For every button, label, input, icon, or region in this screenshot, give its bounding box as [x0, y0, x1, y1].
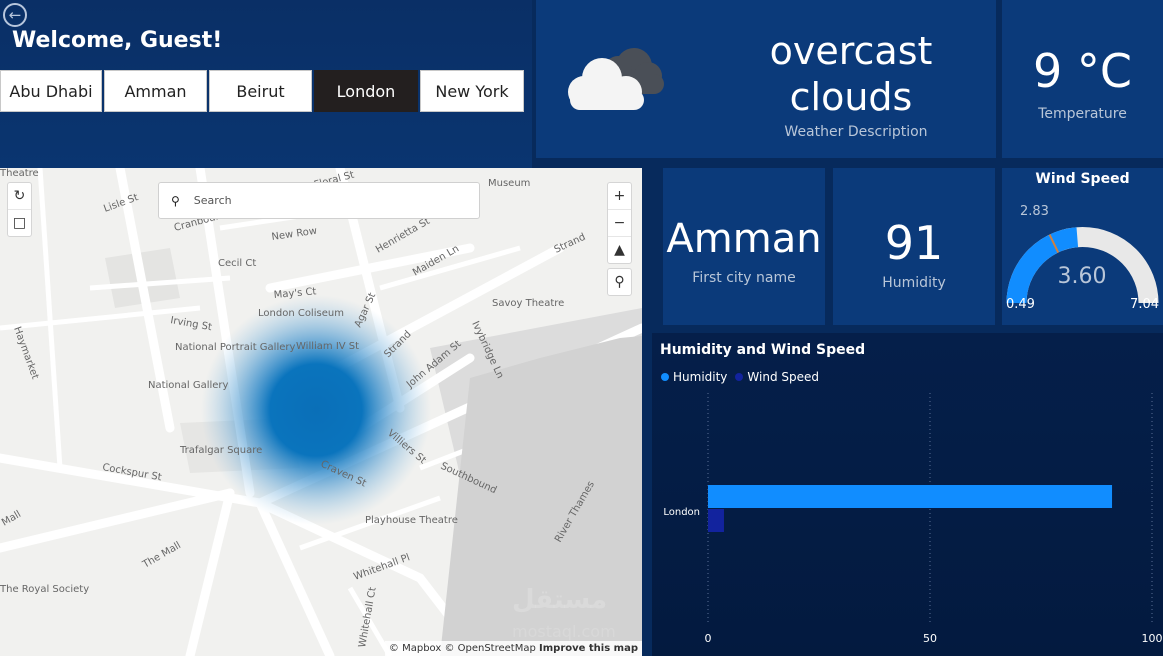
humidity-value: 91	[884, 216, 944, 270]
humidity-label: Humidity	[882, 275, 946, 291]
header-panel: ← Welcome, Guest! Abu Dhabi Amman Beirut…	[0, 0, 532, 168]
map-rotate-icon[interactable]: ↻	[8, 183, 31, 210]
zoom-out-icon[interactable]: −	[608, 210, 631, 237]
map-search-box[interactable]: ⚲ Search	[158, 182, 480, 219]
humidity-wind-chart: Humidity and Wind Speed Humidity Wind Sp…	[652, 333, 1163, 656]
gauge-target-label: 2.83	[1020, 204, 1049, 219]
weather-description-card: overcast clouds Weather Description	[536, 0, 996, 158]
map-visual[interactable]: Theatre Lisle St Cranbourn St Cecil Ct N…	[0, 168, 642, 656]
search-icon: ⚲	[171, 193, 180, 208]
map-canvas[interactable]: Theatre Lisle St Cranbourn St Cecil Ct N…	[0, 168, 642, 656]
map-label: Savoy Theatre	[492, 298, 564, 309]
wind-gauge: 3.60 0.49 7.04 2.83	[1006, 204, 1159, 312]
map-label: National Portrait Gallery	[175, 342, 295, 353]
city-name-value: Amman	[666, 216, 822, 262]
city-tab-london[interactable]: London	[314, 70, 418, 112]
city-tab-beirut[interactable]: Beirut	[209, 70, 312, 112]
bar-wind-speed[interactable]	[708, 509, 724, 532]
x-tick-label: 50	[923, 632, 937, 645]
map-label: Trafalgar Square	[179, 445, 262, 456]
city-tab-abu-dhabi[interactable]: Abu Dhabi	[0, 70, 102, 112]
map-tools: ↻ □	[7, 182, 32, 237]
city-name-card: Amman First city name	[663, 168, 825, 325]
map-label: Playhouse Theatre	[365, 515, 458, 526]
map-zoom-controls: + − ▲	[607, 182, 632, 264]
gauge-value: 3.60	[1058, 264, 1107, 289]
temperature-label: Temperature	[1038, 106, 1127, 122]
temperature-card: 9 °C Temperature	[1002, 0, 1163, 158]
bar-humidity[interactable]	[708, 485, 1113, 508]
wind-speed-card: Wind Speed 3.60 0.49 7.04 2.83	[1002, 168, 1163, 325]
map-label: National Gallery	[148, 380, 229, 391]
map-attribution: © Mapbox © OpenStreetMap Improve this ma…	[384, 641, 642, 656]
weather-description-value: overcast clouds	[706, 28, 996, 120]
bar-chart-svg: 0 50 100 London	[663, 393, 1163, 645]
city-tab-amman[interactable]: Amman	[104, 70, 207, 112]
map-label: London Coliseum	[258, 308, 344, 319]
map-label: Theatre	[0, 168, 39, 179]
description-line-2: clouds	[789, 75, 913, 119]
city-name-label: First city name	[692, 270, 796, 286]
map-search-input[interactable]: Search	[194, 194, 232, 207]
watermark-arabic: مستقل	[512, 585, 608, 615]
x-tick-label: 0	[705, 632, 712, 645]
humidity-card: 91 Humidity	[833, 168, 995, 325]
weather-description-label: Weather Description	[784, 124, 928, 140]
cloud-icon	[560, 40, 670, 120]
zoom-in-icon[interactable]: +	[608, 183, 631, 210]
map-label: William IV St	[296, 341, 359, 352]
attribution-text: © Mapbox © OpenStreetMap	[388, 643, 536, 654]
city-slicer: Abu Dhabi Amman Beirut London New York	[0, 70, 526, 112]
city-tab-new-york[interactable]: New York	[420, 70, 524, 112]
category-label: London	[663, 507, 700, 518]
map-label: Museum	[488, 178, 530, 189]
welcome-heading: Welcome, Guest!	[12, 28, 223, 53]
x-tick-label: 100	[1142, 632, 1163, 645]
compass-icon[interactable]: ▲	[608, 237, 631, 263]
map-label: Cecil Ct	[218, 258, 256, 269]
map-select-icon[interactable]: □	[8, 210, 31, 236]
map-label: The Royal Society	[0, 584, 89, 595]
back-arrow-icon[interactable]: ←	[3, 3, 27, 27]
map-zoom-region-icon[interactable]: ⚲	[608, 269, 631, 295]
map-extra-controls: ⚲	[607, 268, 632, 296]
description-line-1: overcast	[769, 29, 933, 73]
temperature-value: 9 °C	[1032, 44, 1132, 98]
gauge-max: 7.04	[1130, 297, 1159, 312]
watermark-url: mostaql.com	[512, 622, 616, 641]
improve-map-link[interactable]: Improve this map	[539, 643, 638, 654]
gauge-min: 0.49	[1006, 297, 1035, 312]
